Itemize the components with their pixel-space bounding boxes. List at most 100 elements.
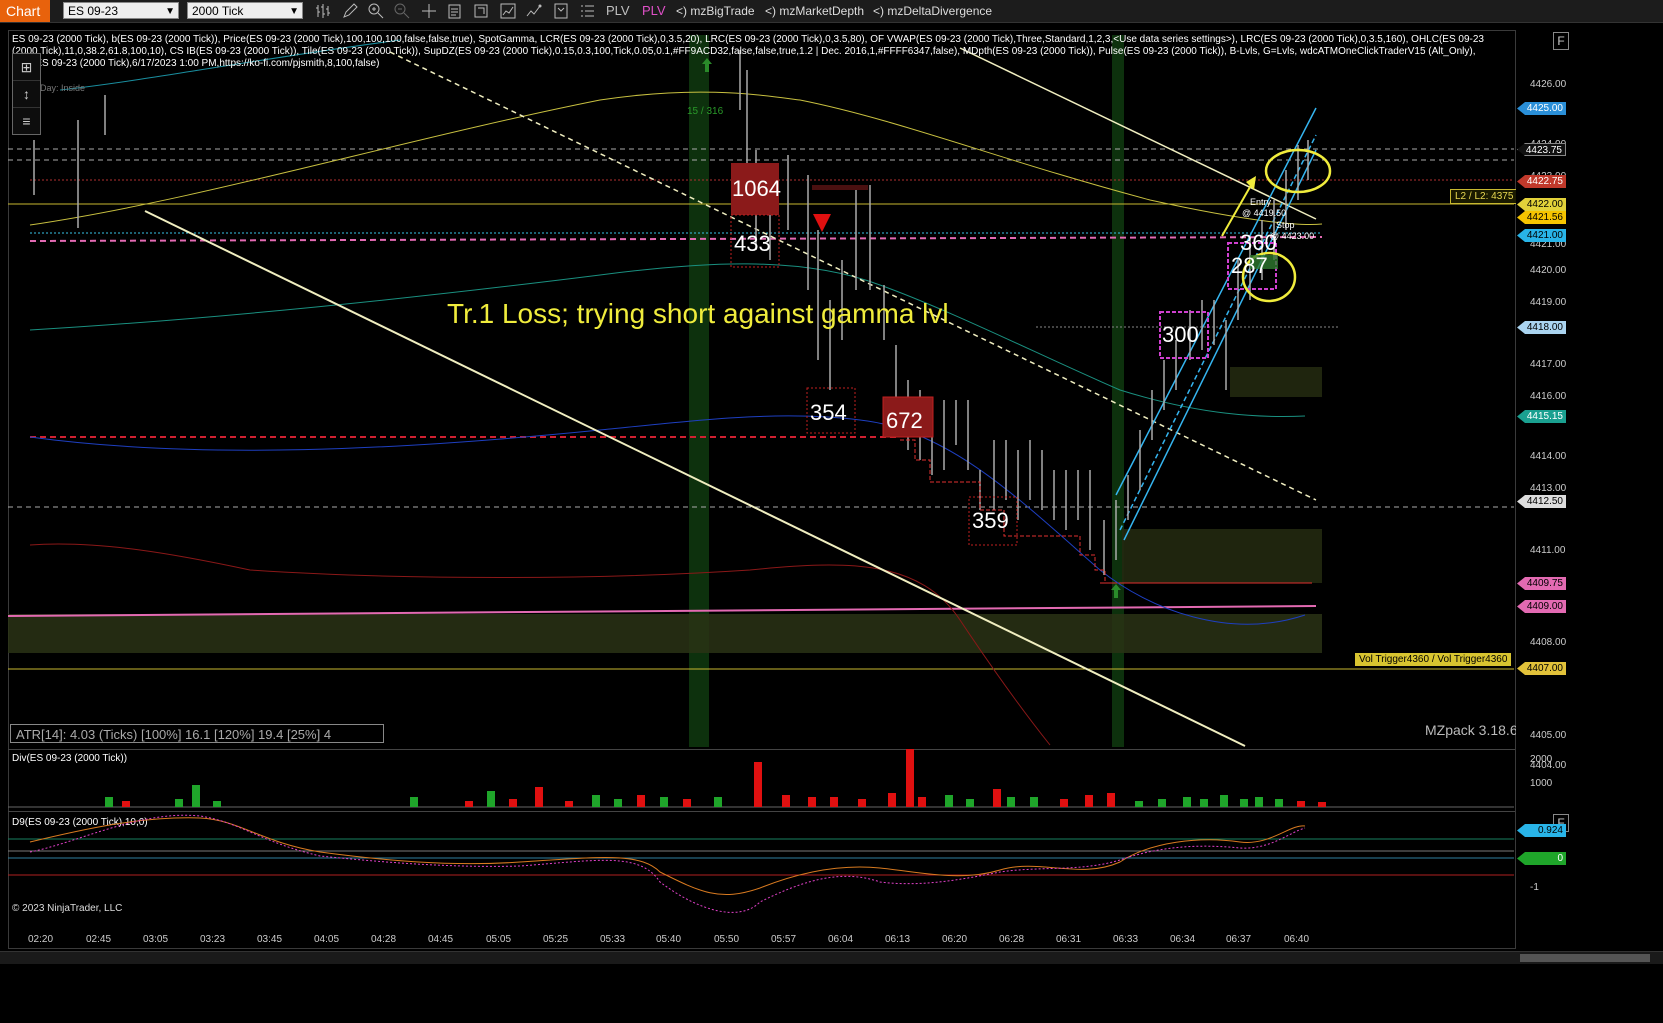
chart-options-button[interactable]: F: [1553, 32, 1569, 50]
volume-bar: [535, 787, 543, 807]
volume-bar: [1135, 801, 1143, 807]
volume-bar: [945, 795, 953, 807]
price-tick: 4411.00: [1530, 545, 1566, 556]
time-tick: 02:45: [86, 934, 112, 945]
d9-signal-line: [29, 817, 1306, 895]
drawing-tools-panel: ⊞ ↕ ≡: [12, 53, 41, 135]
time-tick: 02:20: [28, 934, 54, 945]
regression-channel: [1115, 107, 1317, 496]
time-tick: 04:28: [371, 934, 397, 945]
volume-bar: [888, 793, 896, 807]
bar-count-label: 15 / 316: [687, 106, 724, 117]
horizontal-scrollbar[interactable]: [0, 951, 1663, 964]
price-tick: 4413.00: [1530, 483, 1567, 494]
price-tag: 4421.56: [1517, 211, 1566, 224]
d9-oscillator-panel: [8, 814, 1514, 913]
menu-icon[interactable]: ≡: [13, 108, 40, 134]
price-tag: 4421.00: [1517, 229, 1566, 242]
volume-bar: [918, 797, 926, 807]
trend-line: [959, 47, 1317, 220]
div-tick: 1000: [1530, 778, 1553, 789]
volume-bar: [509, 799, 517, 807]
regression-channel: [1123, 149, 1317, 541]
sell-signal-arrow: [813, 214, 831, 232]
div-tick: 2000: [1530, 754, 1553, 765]
big-trade-value: 1064: [732, 176, 781, 201]
time-tick: 06:20: [942, 934, 968, 945]
price-tick: 4420.00: [1530, 265, 1567, 276]
zone-bar: [812, 185, 868, 190]
time-tick: 06:40: [1284, 934, 1310, 945]
vol-trigger-label: Vol Trigger4360 / Vol Trigger4360: [1355, 653, 1512, 666]
volume-bar: [714, 797, 722, 807]
price-tag: 4418.00: [1517, 321, 1566, 334]
price-tag: 4412.50: [1517, 495, 1566, 508]
ruler-icon[interactable]: ⊞: [13, 54, 40, 81]
time-tick: 05:05: [486, 934, 512, 945]
volume-bar: [1030, 797, 1038, 807]
price-tick: 4408.00: [1530, 637, 1567, 648]
time-tick: 04:05: [314, 934, 340, 945]
volume-bar: [830, 797, 838, 807]
time-tick: 03:45: [257, 934, 283, 945]
time-tick: 05:33: [600, 934, 626, 945]
price-tag: 4425.00: [1517, 102, 1566, 115]
volume-bar: [683, 799, 691, 807]
volume-bar: [122, 801, 130, 807]
volume-bar: [1318, 802, 1326, 807]
big-trade-value: 433: [734, 231, 771, 256]
big-trade-value: 359: [972, 508, 1009, 533]
time-tick: 05:40: [656, 934, 682, 945]
time-tick: 06:13: [885, 934, 911, 945]
demand-zone: [1230, 367, 1322, 397]
volume-bar: [1007, 797, 1015, 807]
mzpack-version: MZpack 3.18.6: [1425, 722, 1518, 738]
time-tick: 05:50: [714, 934, 740, 945]
volume-bar: [993, 789, 1001, 807]
time-tick: 06:33: [1113, 934, 1139, 945]
time-tick: 05:57: [771, 934, 797, 945]
price-tick: 4426.00: [1530, 79, 1567, 90]
price-tick: 4414.00: [1530, 451, 1567, 462]
price-tick: 4405.00: [1530, 730, 1567, 741]
d9-tick: 0.924: [1517, 824, 1566, 837]
time-tick: 06:28: [999, 934, 1025, 945]
big-trade-value: 354: [810, 400, 847, 425]
volume-bar: [637, 795, 645, 807]
price-tick: 4416.00: [1530, 391, 1567, 402]
volume-bar: [213, 801, 221, 807]
d9-oscillator-line: [29, 814, 1306, 913]
pointer-icon[interactable]: ↕: [13, 81, 40, 108]
price-tick: 4417.00: [1530, 359, 1567, 370]
div-volume-panel: [8, 749, 1514, 808]
time-tick: 05:25: [543, 934, 569, 945]
time-tick: 06:37: [1226, 934, 1252, 945]
price-tick: 4419.00: [1530, 297, 1567, 308]
time-tick: 03:23: [200, 934, 226, 945]
volume-bar: [487, 791, 495, 807]
volume-bar: [754, 762, 762, 807]
volume-bar: [465, 801, 473, 807]
level-line: [29, 236, 1323, 242]
price-tag: 4409.75: [1517, 577, 1566, 590]
d9-tick: -1: [1530, 882, 1539, 893]
volume-bar: [192, 785, 200, 807]
volume-bar: [175, 799, 183, 807]
time-tick: 03:05: [143, 934, 169, 945]
d9-tick: 0: [1517, 852, 1566, 865]
volume-bar: [1107, 793, 1115, 807]
volume-bar: [410, 797, 418, 807]
scrollbar-thumb[interactable]: [1520, 954, 1650, 962]
price-tag: 4415.15: [1517, 410, 1566, 423]
copyright: © 2023 NinjaTrader, LLC: [12, 903, 123, 914]
time-tick: 06:04: [828, 934, 854, 945]
volume-bar: [808, 797, 816, 807]
price-tag: 4423.75: [1517, 143, 1566, 156]
volume-bar: [1060, 799, 1068, 807]
volume-bar: [1275, 799, 1283, 807]
volume-bar: [1220, 795, 1228, 807]
stop-price: @ 4423.00: [1270, 231, 1315, 241]
indicator-list: ES 09-23 (2000 Tick), b(ES 09-23 (2000 T…: [12, 34, 1484, 69]
volume-bar: [1255, 797, 1263, 807]
l2-level-label: L2 / L2: 4375: [1450, 189, 1519, 204]
